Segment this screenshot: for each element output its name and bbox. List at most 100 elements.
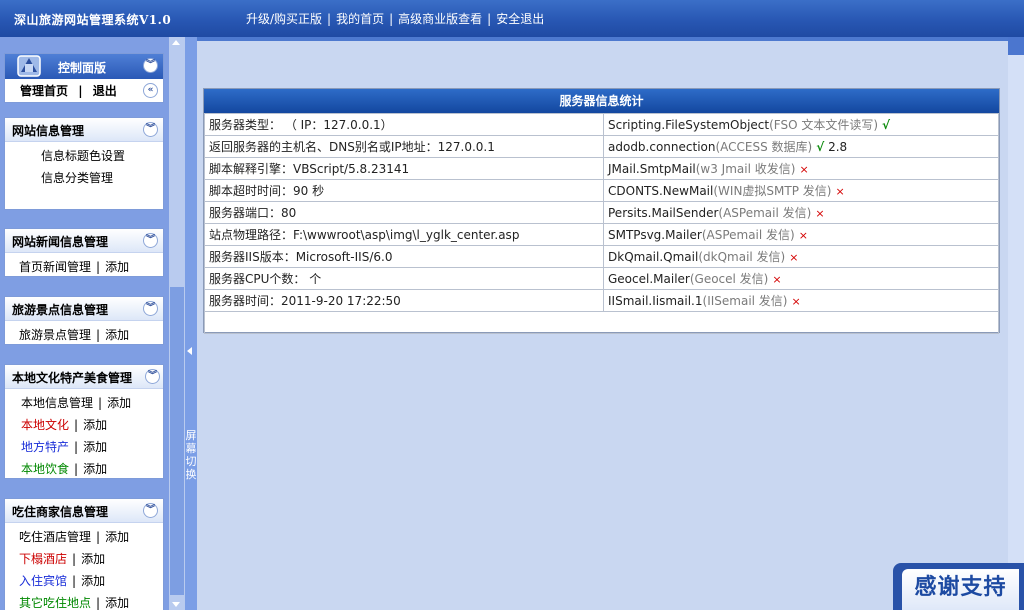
local-food-link[interactable]: 本地饮食 [21, 462, 69, 476]
chevron-down-icon[interactable]: ︾ [145, 369, 160, 384]
component-name: IISmail.Iismail.1 [608, 294, 703, 308]
chevron-down-icon[interactable]: ︾ [143, 301, 158, 316]
component-description: (ACCESS 数据库) [715, 140, 813, 154]
scroll-down-icon[interactable] [172, 602, 180, 607]
chevron-down-icon[interactable]: ︾ [143, 503, 158, 518]
title-color-settings-link[interactable]: 信息标题色设置 [41, 149, 125, 163]
component-name: Scripting.FileSystemObject [608, 118, 770, 132]
component-name: Persits.MailSender [608, 206, 719, 220]
table-row: 服务器IIS版本：Microsoft-IIS/6.0 DkQmail.Qmail(… [204, 245, 999, 268]
control-panel-logo-icon [17, 55, 41, 77]
main-scrollbar[interactable] [1008, 37, 1024, 610]
chevron-down-icon[interactable]: ︾ [143, 233, 158, 248]
component-name: adodb.connection [608, 140, 716, 154]
local-specialty-link[interactable]: 地方特产 [21, 440, 69, 454]
table-row: 服务器CPU个数： 个 Geocel.Mailer(Geocel 发信) × [204, 267, 999, 290]
table-row: 服务器类型： （ IP：127.0.0.1） Scripting.FileSyst… [204, 113, 999, 136]
component-cell: Scripting.FileSystemObject(FSO 文本文件读写) √ [603, 113, 999, 136]
exit-link[interactable]: 退出 [93, 84, 117, 98]
table-row: 脚本超时时间：90 秒 CDONTS.NewMail(WIN虚拟SMTP 发信) × [204, 179, 999, 202]
upgrade-link[interactable]: 升级/购买正版 [246, 12, 322, 26]
component-cell: SMTPsvg.Mailer(ASPemail 发信) × [603, 223, 999, 246]
supported-check-icon: √ [882, 118, 891, 132]
panel-lodging: 吃住商家信息管理 ︾ 吃住酒店管理 | 添加 下榻酒店 | 添加 入住宾馆 | 添加 其它吃… [4, 498, 164, 610]
local-culture-add-link[interactable]: 添加 [83, 418, 107, 432]
logout-link[interactable]: 安全退出 [496, 12, 544, 26]
unsupported-x-icon: × [798, 229, 808, 242]
panel-attractions: 旅游景点信息管理 ︾ 旅游景点管理 | 添加 [4, 296, 164, 345]
component-description: (ASPemail 发信) [701, 228, 795, 242]
attractions-add-link[interactable]: 添加 [105, 328, 129, 342]
component-name: DkQmail.Qmail [608, 250, 699, 264]
collapse-arrow-icon[interactable] [187, 347, 192, 355]
component-description: (FSO 文本文件读写) [769, 118, 879, 132]
sidebar-scrollbar[interactable] [169, 37, 185, 610]
admin-home-link[interactable]: 管理首页 [20, 84, 68, 98]
component-name: Geocel.Mailer [608, 272, 690, 286]
collapse-left-icon[interactable]: « [143, 83, 158, 98]
local-food-add-link[interactable]: 添加 [83, 462, 107, 476]
hotel-add-link[interactable]: 添加 [105, 530, 129, 544]
sidebar-scroll-thumb[interactable] [170, 287, 184, 595]
panel-title: 网站信息管理 [12, 124, 85, 138]
sidebar: 控制面版 ︾ 管理首页 | 退出 « 网站信息管理 ︾ 信息标题色设置 信息分类… [0, 37, 169, 610]
component-cell: Persits.MailSender(ASPemail 发信) × [603, 201, 999, 224]
component-name: CDONTS.NewMail [608, 184, 714, 198]
table-row: 脚本解释引擎：VBScript/5.8.23141 JMail.SmtpMail(… [204, 157, 999, 180]
other-lodging-link[interactable]: 其它吃住地点 [19, 596, 91, 610]
thanks-label[interactable]: 感谢支持 [902, 569, 1019, 610]
top-bar: 深山旅游网站管理系统V1.0 升级/购买正版 | 我的首页 | 高级商业版查看 | 安全退出 [0, 0, 1024, 37]
stay-hotel-link[interactable]: 下榻酒店 [19, 552, 67, 566]
screen-toggle-label[interactable]: 屏幕切换 [185, 429, 197, 481]
collapse-icon[interactable]: ︾ [143, 58, 158, 73]
server-info-cell: 服务器端口：80 [204, 201, 604, 224]
news-add-link[interactable]: 添加 [105, 260, 129, 274]
table-row: 站点物理路径：F:\wwwroot\asp\img\l_yglk_center.… [204, 223, 999, 246]
guesthouse-add-link[interactable]: 添加 [81, 574, 105, 588]
control-panel-header: 控制面版 ︾ [5, 54, 163, 79]
server-info-cell: 服务器时间：2011-9-20 17:22:50 [204, 289, 604, 312]
thanks-badge[interactable]: 感谢支持 [893, 563, 1024, 610]
table-footer-row [204, 311, 999, 334]
main-scroll-thumb[interactable] [1008, 55, 1024, 610]
unsupported-x-icon: × [772, 273, 782, 286]
screen-toggle-splitter[interactable]: 屏幕切换 [185, 37, 197, 610]
panel-site-info: 网站信息管理 ︾ 信息标题色设置 信息分类管理 [4, 117, 164, 210]
other-lodging-add-link[interactable]: 添加 [105, 596, 129, 610]
attractions-management-link[interactable]: 旅游景点管理 [19, 328, 91, 342]
component-description: (IISemail 发信) [702, 294, 788, 308]
chevron-down-icon[interactable]: ︾ [143, 122, 158, 137]
component-cell: JMail.SmtpMail(w3 Jmail 收发信) × [603, 157, 999, 180]
category-management-link[interactable]: 信息分类管理 [41, 171, 113, 185]
local-info-add-link[interactable]: 添加 [107, 396, 131, 410]
hotel-management-link[interactable]: 吃住酒店管理 [19, 530, 91, 544]
guesthouse-link[interactable]: 入住宾馆 [19, 574, 67, 588]
local-culture-link[interactable]: 本地文化 [21, 418, 69, 432]
component-cell: Geocel.Mailer(Geocel 发信) × [603, 267, 999, 290]
scroll-up-button[interactable] [1008, 37, 1024, 55]
local-info-link[interactable]: 本地信息管理 [21, 396, 93, 410]
panel-title: 网站新闻信息管理 [12, 235, 109, 249]
component-description: (dkQmail 发信) [698, 250, 786, 264]
component-description: (ASPemail 发信) [718, 206, 812, 220]
server-info-cell: 脚本超时时间：90 秒 [204, 179, 604, 202]
server-info-cell: 服务器类型： （ IP：127.0.0.1） [204, 113, 604, 136]
component-description: (WIN虚拟SMTP 发信) [713, 184, 832, 198]
pro-version-link[interactable]: 高级商业版查看 [398, 12, 482, 26]
scroll-up-icon[interactable] [172, 40, 180, 45]
unsupported-x-icon: × [789, 251, 799, 264]
panel-local-culture: 本地文化特产美食管理 ︾ 本地信息管理 | 添加 本地文化 | 添加 地方特产 | 添加 本… [4, 364, 164, 479]
panel-news: 网站新闻信息管理 ︾ 首页新闻管理 | 添加 [4, 228, 164, 277]
component-name: JMail.SmtpMail [608, 162, 696, 176]
top-nav: 升级/购买正版 | 我的首页 | 高级商业版查看 | 安全退出 [246, 12, 545, 26]
news-management-link[interactable]: 首页新闻管理 [19, 260, 91, 274]
component-name: SMTPsvg.Mailer [608, 228, 702, 242]
main-content: 服务器信息统计 服务器类型： （ IP：127.0.0.1） Scripting.… [197, 37, 1008, 610]
table-row: 服务器时间：2011-9-20 17:22:50 IISmail.Iismail.… [204, 289, 999, 312]
server-info-table: 服务器信息统计 服务器类型： （ IP：127.0.0.1） Scripting.… [203, 88, 1000, 334]
stay-hotel-add-link[interactable]: 添加 [81, 552, 105, 566]
local-specialty-add-link[interactable]: 添加 [83, 440, 107, 454]
unsupported-x-icon: × [815, 207, 825, 220]
my-home-link[interactable]: 我的首页 [336, 12, 384, 26]
panel-title: 旅游景点信息管理 [12, 303, 109, 317]
